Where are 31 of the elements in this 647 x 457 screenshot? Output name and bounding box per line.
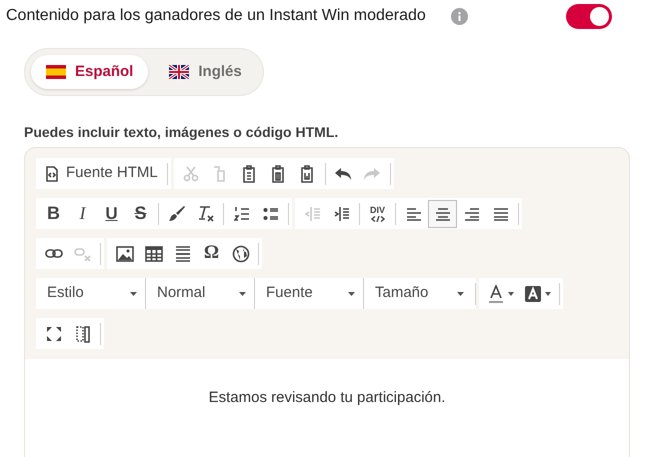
strikethrough-button[interactable]: S (126, 200, 155, 228)
italic-button[interactable]: I (68, 200, 97, 228)
caret-icon (508, 292, 514, 296)
background-color-icon (524, 284, 542, 302)
format-dropdown[interactable]: Tamaño (363, 278, 472, 309)
language-tab[interactable]: Español (31, 55, 148, 89)
editor-hint: Puedes incluir texto, imágenes o código HTML. (24, 123, 338, 142)
div-container-button[interactable]: DIV (363, 200, 392, 228)
caret-icon (545, 292, 551, 296)
code-file-icon (45, 166, 59, 182)
caret-icon (130, 292, 137, 296)
caret-icon (457, 292, 464, 296)
caret-icon (348, 292, 355, 296)
format-dropdown[interactable]: Normal (145, 278, 254, 309)
caret-icon (239, 292, 246, 296)
content-text: Estamos revisando tu participación. (208, 388, 446, 408)
source-button[interactable]: Fuente HTML (39, 160, 164, 188)
special-character-button[interactable]: Ω (197, 240, 226, 268)
text-color-icon (487, 284, 505, 302)
format-dropdown[interactable]: Estilo (36, 278, 145, 309)
bold-button[interactable]: B (39, 200, 68, 228)
language-tab[interactable]: Inglés (154, 55, 257, 89)
align-center-icon[interactable] (428, 200, 457, 228)
flag-icon (46, 65, 66, 79)
code-icon (370, 216, 384, 222)
editor-content-area[interactable]: Estamos revisando tu participación. (25, 359, 629, 457)
flag-icon (169, 65, 190, 79)
section-title: Contenido para los ganadores de un Instant Win moderado (6, 6, 426, 26)
format-dropdown[interactable]: Fuente (254, 278, 363, 309)
toggle-switch[interactable] (566, 4, 612, 28)
underline-button[interactable]: U (97, 200, 126, 228)
